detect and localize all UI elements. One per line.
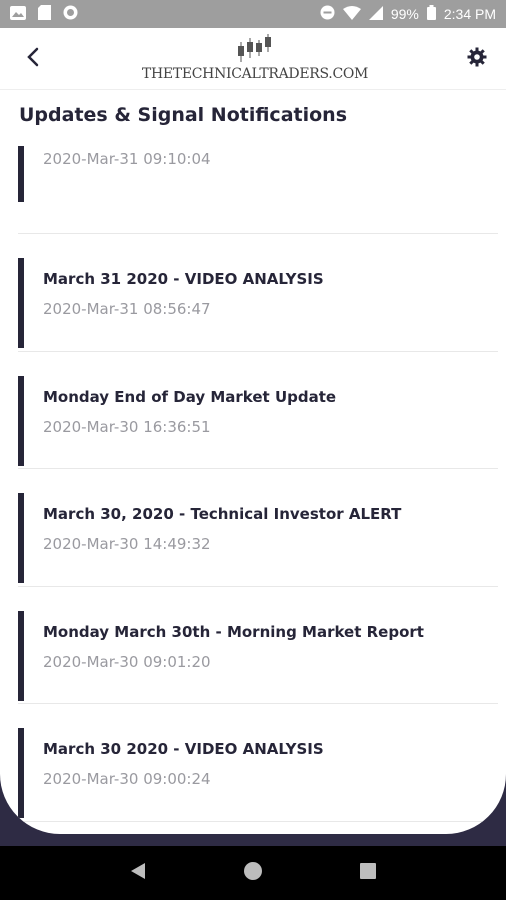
item-date: 2020-Mar-30 09:01:20 (43, 652, 211, 671)
wifi-icon (342, 5, 361, 23)
brand-logo: THETECHNICALTRADERS.COM (142, 34, 368, 86)
notification-list: 2020-Mar-31 09:10:04 March 31 2020 - VID… (0, 146, 506, 822)
list-item[interactable]: Monday End of Day Market Update 2020-Mar… (18, 352, 498, 469)
triangle-back-icon (130, 862, 146, 884)
logo-text: THETECHNICALTRADERS.COM (141, 66, 369, 82)
item-title: Monday March 30th - Morning Market Repor… (43, 622, 424, 641)
item-accent-bar (18, 728, 24, 818)
list-item[interactable]: Monday March 30th - Morning Market Repor… (18, 587, 498, 704)
list-item[interactable]: March 30, 2020 - Technical Investor ALER… (18, 469, 498, 587)
item-title: Monday End of Day Market Update (43, 387, 337, 406)
item-accent-bar (18, 146, 24, 202)
circle-home-icon (243, 861, 263, 885)
app-screen: THETECHNICALTRADERS.COM Updates & Signal… (0, 28, 506, 834)
item-accent-bar (18, 375, 24, 466)
nav-back-button[interactable] (126, 861, 150, 885)
item-date: 2020-Mar-30 16:36:51 (43, 417, 211, 436)
list-item[interactable]: 2020-Mar-31 09:10:04 (18, 146, 498, 234)
battery-percent: 99% (390, 6, 419, 22)
back-button[interactable] (18, 44, 48, 74)
system-nav-bar (0, 846, 506, 900)
clock: 2:34 PM (443, 6, 496, 22)
back-arrow-icon (26, 47, 40, 71)
item-title: March 31 2020 - VIDEO ANALYSIS (43, 270, 324, 288)
item-date: 2020-Mar-30 09:00:24 (43, 770, 211, 788)
app-header: THETECHNICALTRADERS.COM (0, 28, 506, 90)
signal-icon (368, 5, 383, 23)
image-notification-icon (10, 5, 26, 23)
settings-button[interactable] (462, 44, 492, 74)
item-date: 2020-Mar-30 14:49:32 (43, 535, 211, 553)
item-date: 2020-Mar-31 08:56:47 (43, 300, 211, 318)
sync-icon (63, 5, 78, 23)
item-title: March 30, 2020 - Technical Investor ALER… (43, 505, 402, 523)
page-title: Updates & Signal Notifications (19, 104, 348, 126)
square-recents-icon (360, 863, 377, 883)
candlestick-logo-icon (238, 34, 271, 62)
item-accent-bar (18, 610, 24, 701)
do-not-disturb-icon (320, 5, 335, 23)
battery-icon (426, 5, 436, 23)
status-bar: 99% 2:34 PM (0, 0, 506, 28)
item-title: March 30 2020 - VIDEO ANALYSIS (43, 740, 324, 758)
list-item[interactable]: March 30 2020 - VIDEO ANALYSIS 2020-Mar-… (18, 704, 498, 822)
list-item[interactable]: March 31 2020 - VIDEO ANALYSIS 2020-Mar-… (18, 234, 498, 352)
nav-recents-button[interactable] (356, 861, 380, 885)
nav-home-button[interactable] (241, 861, 265, 885)
gear-icon (467, 47, 487, 71)
item-date: 2020-Mar-31 09:10:04 (43, 150, 211, 168)
sd-card-icon (38, 5, 51, 23)
item-accent-bar (18, 258, 24, 348)
item-accent-bar (18, 493, 24, 583)
